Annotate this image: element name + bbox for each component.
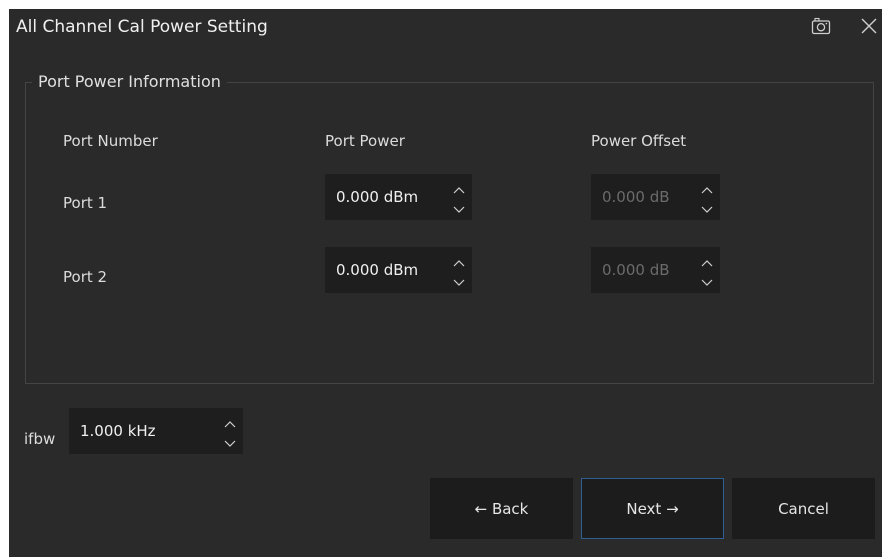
decrement-arrow-icon <box>700 201 714 213</box>
increment-arrow-icon[interactable] <box>452 254 466 267</box>
camera-icon[interactable] <box>810 15 832 37</box>
decrement-arrow-icon <box>700 274 714 286</box>
back-button[interactable]: ← Back <box>430 478 573 539</box>
increment-arrow-icon[interactable] <box>452 181 466 194</box>
ifbw-spinbox[interactable]: 1.000 kHz <box>69 408 243 454</box>
next-button[interactable]: Next → <box>581 478 724 539</box>
port-1-offset-value: 0.000 dB <box>602 188 670 206</box>
header-port-power: Port Power <box>325 132 405 150</box>
port-2-power-value[interactable]: 0.000 dBm <box>325 261 418 279</box>
increment-arrow-icon <box>700 254 714 267</box>
port-2-offset-spinbox: 0.000 dB <box>591 247 720 293</box>
decrement-arrow-icon[interactable] <box>452 274 466 286</box>
ifbw-value[interactable]: 1.000 kHz <box>69 422 156 440</box>
port-power-group: Port Power Information Port Number Port … <box>25 73 874 384</box>
port-1-label: Port 1 <box>63 194 108 212</box>
decrement-arrow-icon[interactable] <box>452 201 466 213</box>
header-power-offset: Power Offset <box>591 132 687 150</box>
close-icon[interactable] <box>858 15 880 37</box>
port-1-offset-spinbox: 0.000 dB <box>591 174 720 220</box>
decrement-arrow-icon[interactable] <box>223 435 237 447</box>
dialog-title: All Channel Cal Power Setting <box>16 17 268 37</box>
port-2-power-spinbox[interactable]: 0.000 dBm <box>325 247 472 293</box>
ifbw-label: ifbw <box>24 430 56 448</box>
increment-arrow-icon <box>700 181 714 194</box>
cal-power-dialog: All Channel Cal Power Setting Port Power… <box>9 9 882 557</box>
group-legend: Port Power Information <box>38 72 221 91</box>
increment-arrow-icon[interactable] <box>223 415 237 428</box>
port-1-power-spinbox[interactable]: 0.000 dBm <box>325 174 472 220</box>
port-2-label: Port 2 <box>63 268 108 286</box>
cancel-button[interactable]: Cancel <box>732 478 875 539</box>
port-2-offset-value: 0.000 dB <box>602 261 670 279</box>
title-bar: All Channel Cal Power Setting <box>9 9 882 47</box>
header-port-number: Port Number <box>63 132 158 150</box>
port-1-power-value[interactable]: 0.000 dBm <box>325 188 418 206</box>
